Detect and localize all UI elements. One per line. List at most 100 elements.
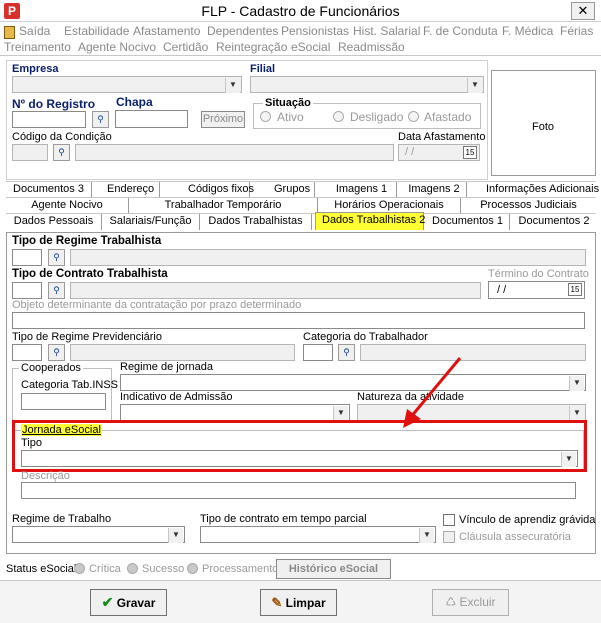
tab-dados-trabalhistas-2[interactable]: Dados Trabalhistas 2	[315, 212, 425, 230]
date-placeholder: / /	[497, 284, 507, 296]
data-afastamento-input[interactable]: / / 15	[398, 144, 480, 161]
indicativo-label: Indicativo de Admissão	[120, 391, 233, 403]
radio-desligado[interactable]	[333, 111, 344, 122]
tab-salariais-funcao[interactable]: Salariais/Função	[102, 214, 200, 230]
tab-imagens-1[interactable]: Imagens 1	[327, 182, 397, 198]
menu-item-treinamento[interactable]: Treinamento	[4, 40, 71, 54]
tab-agente-nocivo[interactable]: Agente Nocivo	[6, 198, 129, 214]
binoculars-icon[interactable]: ⚲	[48, 249, 65, 266]
vinculo-label: Vínculo de aprendiz grávida	[459, 514, 596, 526]
vinculo-checkbox[interactable]	[443, 514, 455, 526]
radio-afastado[interactable]	[408, 111, 419, 122]
close-button[interactable]: ✕	[571, 2, 595, 20]
tab-documentos-2[interactable]: Documentos 2	[512, 214, 596, 230]
menu-item-pensionistas[interactable]: Pensionistas	[281, 24, 349, 38]
binoculars-icon[interactable]: ⚲	[48, 282, 65, 299]
calendar-icon[interactable]: 15	[463, 146, 477, 159]
menu-item-certidao[interactable]: Certidão	[163, 40, 208, 54]
excluir-button[interactable]: ♺ Excluir	[432, 589, 509, 616]
binoculars-icon[interactable]: ⚲	[92, 111, 109, 128]
radio-ativo[interactable]	[260, 111, 271, 122]
tab-dados-trabalhistas[interactable]: Dados Trabalhistas	[200, 214, 312, 230]
empresa-select[interactable]: ▼	[12, 76, 242, 93]
categoria-inss-label: Categoria Tab.INSS	[21, 379, 119, 391]
tab-endereco[interactable]: Endereço	[101, 182, 160, 198]
regime-jornada-select[interactable]: ▼	[120, 374, 586, 391]
regime-prev-input[interactable]	[12, 344, 42, 361]
binoculars-icon[interactable]: ⚲	[48, 344, 65, 361]
menu-item-ficha-conduta[interactable]: F. de Conduta	[423, 24, 498, 38]
tipo-regime-desc	[70, 249, 586, 266]
categoria-inss-input[interactable]	[21, 393, 106, 410]
menu-item-hist-salarial[interactable]: Hist. Salarial	[353, 24, 420, 38]
excluir-label: Excluir	[459, 595, 496, 609]
objeto-input[interactable]	[12, 312, 585, 329]
photo-frame[interactable]: Foto	[491, 70, 596, 176]
radio-processamento	[187, 563, 198, 574]
objeto-label: Objeto determinante da contratação por p…	[12, 299, 302, 311]
situacao-label: Situação	[263, 97, 313, 109]
tab-row-1: Documentos 3 Endereço Códigos fixos Grup…	[6, 181, 599, 198]
limpar-label: Limpar	[285, 596, 326, 610]
clausula-checkbox[interactable]	[443, 531, 455, 543]
tab-informacoes-adicionais[interactable]: Informações Adicionais	[480, 182, 599, 198]
tab-row-3: Dados Pessoais Salariais/Função Dados Tr…	[6, 212, 596, 230]
menu-bar: Saída Estabilidade Afastamento Dependent…	[0, 22, 601, 56]
chapa-input[interactable]	[115, 110, 188, 128]
codigo-condicao-desc	[75, 144, 394, 161]
title-bar: P FLP - Cadastro de Funcionários ✕	[0, 0, 601, 22]
historico-esocial-button[interactable]: Histórico eSocial	[276, 559, 391, 579]
calendar-icon[interactable]: 15	[568, 283, 582, 296]
indicativo-select[interactable]: ▼	[120, 404, 350, 421]
trash-icon: ♺	[445, 595, 457, 609]
chevron-down-icon: ▼	[569, 406, 584, 421]
tab-documentos-1[interactable]: Documentos 1	[426, 214, 510, 230]
binoculars-icon[interactable]: ⚲	[53, 144, 70, 161]
tab-codigos-fixos[interactable]: Códigos fixos	[182, 182, 254, 198]
tab-processos-judiciais[interactable]: Processos Judiciais	[461, 198, 596, 214]
tipo-regime-input[interactable]	[12, 249, 42, 266]
descricao-input[interactable]	[21, 482, 576, 499]
tab-imagens-2[interactable]: Imagens 2	[402, 182, 467, 198]
tab-grupos[interactable]: Grupos	[268, 182, 315, 198]
categoria-trab-input[interactable]	[303, 344, 333, 361]
codigo-condicao-input[interactable]	[12, 144, 48, 161]
filial-label: Filial	[250, 63, 276, 75]
menu-item-afastamento[interactable]: Afastamento	[133, 24, 200, 38]
menu-item-estabilidade[interactable]: Estabilidade	[64, 24, 129, 38]
menu-item-agente-nocivo[interactable]: Agente Nocivo	[78, 40, 156, 54]
menu-item-reintegracao[interactable]: Reintegração	[216, 40, 287, 54]
termino-contrato-input[interactable]: / / 15	[488, 281, 585, 299]
menu-item-dependentes[interactable]: Dependentes	[207, 24, 278, 38]
categoria-trab-label: Categoria do Trabalhador	[303, 331, 428, 343]
termino-contrato-label: Término do Contrato	[488, 268, 589, 280]
filial-select[interactable]: ▼	[250, 76, 484, 93]
tipo-regime-label: Tipo de Regime Trabalhista	[12, 235, 162, 247]
menu-item-esocial[interactable]: eSocial	[291, 40, 330, 54]
limpar-button[interactable]: ✎ Limpar	[260, 589, 337, 616]
status-esocial-label: Status eSocial	[6, 563, 77, 575]
regime-trabalho-select[interactable]: ▼	[12, 526, 185, 543]
gravar-button[interactable]: ✔ Gravar	[90, 589, 167, 616]
menu-item-saida[interactable]: Saída	[19, 24, 50, 38]
regime-prev-desc	[70, 344, 295, 361]
tab-documentos-3[interactable]: Documentos 3	[6, 182, 92, 198]
situacao-desligado: Desligado	[350, 110, 404, 124]
registro-input[interactable]	[12, 111, 86, 128]
tipo-contrato-input[interactable]	[12, 282, 42, 299]
situacao-ativo: Ativo	[277, 110, 304, 124]
regime-trabalho-label: Regime de Trabalho	[12, 513, 112, 525]
chevron-down-icon: ▼	[168, 528, 183, 543]
menu-item-ficha-medica[interactable]: F. Médica	[502, 24, 553, 38]
proximo-button[interactable]: Próximo	[201, 111, 245, 128]
clausula-label: Cláusula assecuratória	[459, 531, 571, 543]
photo-label: Foto	[532, 121, 555, 133]
menu-item-ferias[interactable]: Férias	[560, 24, 593, 38]
tab-trabalhador-temporario[interactable]: Trabalhador Temporário	[129, 198, 318, 214]
tipo-contrato-parcial-select[interactable]: ▼	[200, 526, 436, 543]
chevron-down-icon: ▼	[419, 528, 434, 543]
binoculars-icon[interactable]: ⚲	[338, 344, 355, 361]
codigo-condicao-label: Código da Condição	[12, 131, 112, 143]
menu-item-readmissao[interactable]: Readmissão	[338, 40, 405, 54]
tab-dados-pessoais[interactable]: Dados Pessoais	[6, 214, 102, 230]
